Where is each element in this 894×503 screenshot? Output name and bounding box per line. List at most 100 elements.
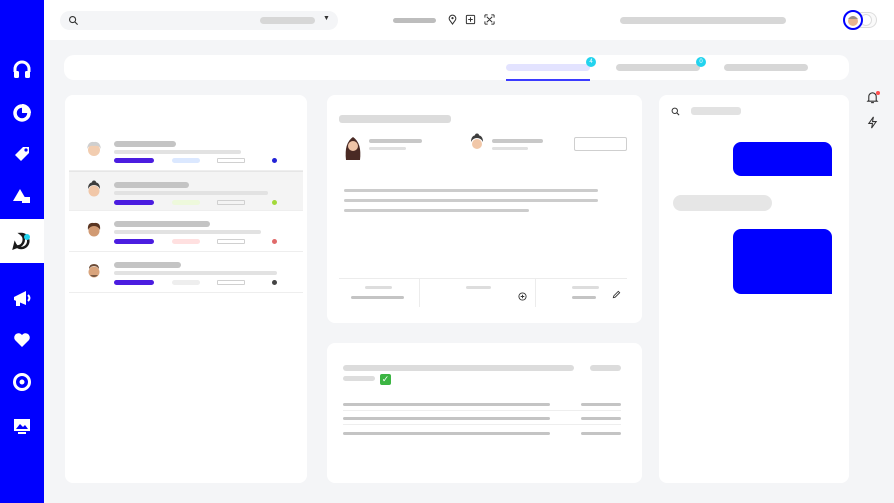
search-scope-select[interactable] xyxy=(260,17,315,24)
label-tag xyxy=(172,200,200,205)
conversation-row[interactable] xyxy=(69,253,303,293)
outgoing-message xyxy=(733,142,832,176)
assignee-field xyxy=(217,158,245,163)
message-preview xyxy=(114,150,241,154)
heart-icon xyxy=(14,333,30,347)
image-icon xyxy=(14,419,30,434)
sidebar-item-messages[interactable] xyxy=(0,219,44,263)
sidebar-item-goals[interactable] xyxy=(0,360,44,404)
divider xyxy=(343,410,621,411)
status-toggle[interactable] xyxy=(843,10,879,30)
channel-tag xyxy=(114,200,154,205)
avatar xyxy=(84,139,104,159)
field-value xyxy=(581,432,621,435)
stat-label xyxy=(365,286,392,289)
search-icon xyxy=(69,16,79,26)
notification-dot xyxy=(876,91,880,95)
divider xyxy=(339,278,627,279)
label-tag xyxy=(172,239,200,244)
sidebar-item-favorites[interactable] xyxy=(0,318,44,362)
field-value xyxy=(581,403,621,406)
channel-tag xyxy=(114,280,154,285)
search-input[interactable]: ▼ xyxy=(60,11,338,30)
agent-meta xyxy=(492,147,528,150)
status-dot xyxy=(272,200,277,205)
tab-active-indicator xyxy=(506,79,590,81)
add-box-icon[interactable] xyxy=(465,14,476,25)
checkmark-icon: ✓ xyxy=(380,374,391,385)
incoming-message xyxy=(673,195,772,211)
field-label xyxy=(343,403,550,406)
lightning-icon[interactable] xyxy=(866,116,879,129)
contact-name xyxy=(114,141,176,147)
contact-meta xyxy=(369,147,406,150)
top-bar: ▼ xyxy=(44,0,894,40)
search-icon[interactable] xyxy=(671,107,680,116)
pencil-icon[interactable] xyxy=(612,290,621,299)
divider xyxy=(419,279,420,307)
avatar[interactable] xyxy=(843,10,863,30)
contact-name xyxy=(369,139,422,143)
sidebar-item-tags[interactable] xyxy=(0,132,44,176)
avatar xyxy=(84,220,104,240)
location-pin-icon[interactable] xyxy=(447,14,458,25)
avatar xyxy=(468,133,486,155)
account-label xyxy=(620,17,786,24)
status-select[interactable] xyxy=(574,137,627,151)
megaphone-icon xyxy=(14,291,31,306)
conversation-row[interactable] xyxy=(69,212,303,252)
label-tag xyxy=(172,158,200,163)
sidebar-item-media[interactable] xyxy=(0,404,44,448)
stat-value xyxy=(351,296,404,299)
info-action xyxy=(590,365,621,371)
sidebar-item-analytics[interactable] xyxy=(0,90,44,134)
sidebar-item-support[interactable] xyxy=(0,48,44,92)
conversation-row[interactable] xyxy=(69,131,303,171)
divider xyxy=(535,279,536,307)
chevron-down-icon[interactable]: ▼ xyxy=(323,15,330,22)
tab-label xyxy=(724,64,808,71)
target-icon xyxy=(13,373,31,391)
shapes-icon xyxy=(13,189,30,203)
plus-circle-icon[interactable] xyxy=(518,292,527,301)
channel-tag xyxy=(114,158,154,163)
field-value xyxy=(581,417,621,420)
conversation-row[interactable] xyxy=(69,171,303,211)
avatar xyxy=(343,133,363,161)
status-dot xyxy=(272,280,277,285)
chart-icon xyxy=(13,104,31,122)
tab-badge: 4 xyxy=(586,57,596,67)
tabs-bar: 4 0 xyxy=(64,55,849,81)
tab-badge: 0 xyxy=(696,57,706,67)
tab-label xyxy=(506,64,590,71)
contact-info-card: ✓ xyxy=(327,343,642,483)
contact-name xyxy=(114,262,181,268)
sidebar-item-campaigns[interactable] xyxy=(0,276,44,320)
field-label xyxy=(343,417,550,420)
expand-icon[interactable] xyxy=(484,14,495,25)
avatar xyxy=(84,261,104,281)
workspace-label xyxy=(393,18,436,23)
field-label xyxy=(343,432,550,435)
channel-tag xyxy=(114,239,154,244)
info-title xyxy=(343,365,574,371)
stat-label xyxy=(572,286,599,289)
chat-search-input[interactable] xyxy=(691,107,741,115)
avatar xyxy=(84,180,104,200)
sidebar-item-shapes[interactable] xyxy=(0,174,44,218)
tab-label xyxy=(616,64,700,71)
chat-panel xyxy=(659,95,849,483)
contact-name xyxy=(114,221,210,227)
conversation-list xyxy=(65,95,307,483)
contact-name xyxy=(114,182,189,188)
status-dot xyxy=(272,239,277,244)
message-line xyxy=(344,189,598,192)
status-dot xyxy=(272,158,277,163)
assignee-field xyxy=(217,280,245,285)
detail-title xyxy=(339,115,451,123)
stat-value xyxy=(572,296,596,299)
outgoing-message xyxy=(733,229,832,294)
divider xyxy=(343,424,621,425)
tag-icon xyxy=(15,147,29,161)
sidebar xyxy=(0,0,44,503)
